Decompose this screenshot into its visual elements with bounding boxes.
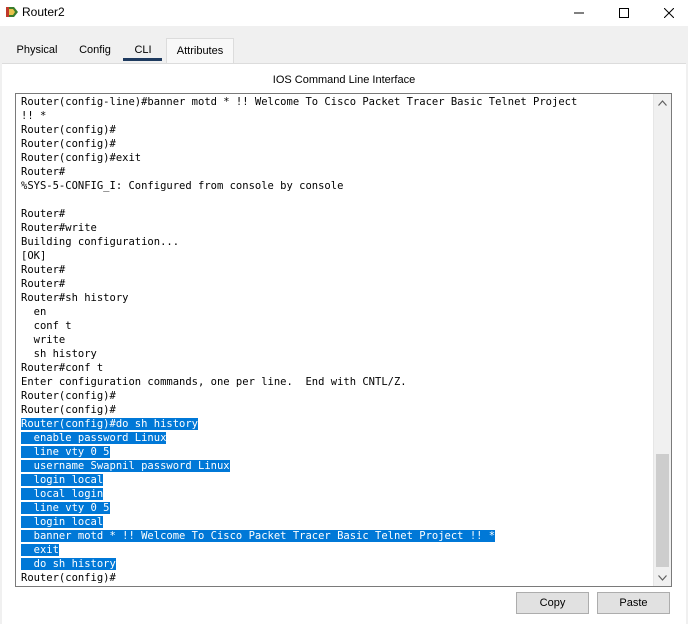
terminal-line: Router# (21, 277, 649, 291)
terminal-line-text: [OK] (21, 250, 47, 262)
cli-heading: IOS Command Line Interface (272, 74, 416, 86)
terminal-line: %SYS-5-CONFIG_I: Configured from console… (21, 179, 649, 193)
terminal-line: enable password Linux (21, 431, 649, 445)
terminal-line: Router(config)#do sh history (21, 417, 649, 431)
chevron-down-icon (658, 574, 667, 581)
terminal-line-text: local login (21, 488, 104, 500)
terminal-line-text: Router(config-line)#banner motd * !! Wel… (21, 96, 578, 108)
terminal-line: line vty 0 5 (21, 445, 649, 459)
close-icon (664, 8, 674, 18)
terminal-line-text: Router(config)# (21, 124, 116, 136)
terminal-line-text: Router(config)# (21, 390, 116, 402)
terminal-line-text: conf t (21, 320, 72, 332)
terminal-line-text: en (21, 306, 47, 318)
terminal-line: Router(config)# (21, 123, 649, 137)
terminal-line: username Swapnil password Linux (21, 459, 649, 473)
terminal-line-text: username Swapnil password Linux (21, 460, 230, 472)
terminal-line-text: Router#sh history (21, 292, 129, 304)
tab-cli-label: CLI (134, 44, 152, 56)
terminal-line: conf t (21, 319, 649, 333)
terminal-line: line vty 0 5 (21, 501, 649, 515)
terminal-line: Router# (21, 263, 649, 277)
chevron-up-icon (658, 99, 667, 106)
terminal-line: Router(config)# (21, 571, 649, 585)
terminal-output[interactable]: Router(config-line)#banner motd * !! Wel… (21, 95, 649, 585)
terminal-line-text: !! * (21, 110, 47, 122)
terminal-line: Building configuration... (21, 235, 649, 249)
tab-attributes-label: Attributes (176, 45, 224, 57)
terminal-scrollbar[interactable] (653, 94, 671, 586)
terminal-line: sh history (21, 347, 649, 361)
terminal-line-text: enable password Linux (21, 432, 167, 444)
terminal-line-text: %SYS-5-CONFIG_I: Configured from console… (21, 180, 344, 192)
terminal-line-text: Router(config)#exit (21, 152, 142, 164)
terminal-line-text: Router#write (21, 222, 97, 234)
maximize-button[interactable] (601, 0, 647, 26)
copy-button[interactable]: Copy (516, 592, 589, 614)
terminal-line-text: Enter configuration commands, one per li… (21, 376, 407, 388)
terminal-line: Router#write (21, 221, 649, 235)
terminal-line: login local (21, 515, 649, 529)
terminal-line: Router# (21, 207, 649, 221)
terminal-line-text: write (21, 334, 66, 346)
terminal-line-text: Router# (21, 208, 66, 220)
tab-physical-label: Physical (16, 44, 58, 56)
tab-config-label: Config (79, 44, 111, 56)
terminal-line-text: line vty 0 5 (21, 502, 110, 514)
terminal-line-text: Router# (21, 278, 66, 290)
terminal-line: exit (21, 543, 649, 557)
terminal-line-text: Router# (21, 166, 66, 178)
terminal-line: !! * (21, 109, 649, 123)
tab-bar: Physical Config CLI Attributes (0, 38, 688, 64)
window-title: Router2 (22, 5, 65, 19)
terminal-line-text: banner motd * !! Welcome To Cisco Packet… (21, 530, 496, 542)
terminal-line: login local (21, 473, 649, 487)
terminal-line: Router#conf t (21, 361, 649, 375)
terminal-line-text: do sh history (21, 558, 116, 570)
active-tab-indicator (123, 58, 162, 61)
terminal-line: Router#sh history (21, 291, 649, 305)
scroll-up-button[interactable] (654, 94, 671, 111)
scroll-down-button[interactable] (654, 569, 671, 586)
tab-attributes[interactable]: Attributes (166, 38, 234, 63)
terminal-line-text: Router(config)#do sh history (21, 418, 199, 430)
terminal-line: en (21, 305, 649, 319)
terminal-line-text: Router(config)# (21, 138, 116, 150)
close-button[interactable] (646, 0, 688, 26)
minimize-button[interactable] (556, 0, 602, 26)
terminal-line: do sh history (21, 557, 649, 571)
terminal-line-text: line vty 0 5 (21, 446, 110, 458)
minimize-icon (574, 12, 584, 14)
tab-physical[interactable]: Physical (8, 38, 66, 62)
terminal-line-text: Router(config)# (21, 572, 116, 584)
terminal-line-text: Router(config)# (21, 404, 116, 416)
terminal-line: Enter configuration commands, one per li… (21, 375, 649, 389)
terminal-line: local login (21, 487, 649, 501)
terminal-line-text: Router#conf t (21, 362, 104, 374)
terminal-line: Router(config)#exit (21, 151, 649, 165)
terminal-line-text: exit (21, 544, 59, 556)
terminal-line: banner motd * !! Welcome To Cisco Packet… (21, 529, 649, 543)
terminal-line: [OK] (21, 249, 649, 263)
terminal-line: Router(config)# (21, 137, 649, 151)
terminal-line: Router(config)# (21, 403, 649, 417)
terminal-line-text: Building configuration... (21, 236, 180, 248)
router-app-icon (6, 7, 18, 17)
terminal-line-text: login local (21, 474, 104, 486)
terminal-line-text: sh history (21, 348, 97, 360)
title-bar: Router2 (0, 0, 688, 26)
scroll-thumb[interactable] (656, 454, 669, 567)
paste-button[interactable]: Paste (597, 592, 670, 614)
terminal-line-text: login local (21, 516, 104, 528)
terminal-line: Router(config-line)#banner motd * !! Wel… (21, 95, 649, 109)
terminal-line: Router# (21, 165, 649, 179)
tab-config[interactable]: Config (72, 38, 118, 62)
maximize-icon (619, 8, 629, 18)
terminal-line: write (21, 333, 649, 347)
cli-terminal[interactable]: Router(config-line)#banner motd * !! Wel… (15, 93, 672, 587)
terminal-line: Router(config)# (21, 389, 649, 403)
terminal-line-text: Router# (21, 264, 66, 276)
